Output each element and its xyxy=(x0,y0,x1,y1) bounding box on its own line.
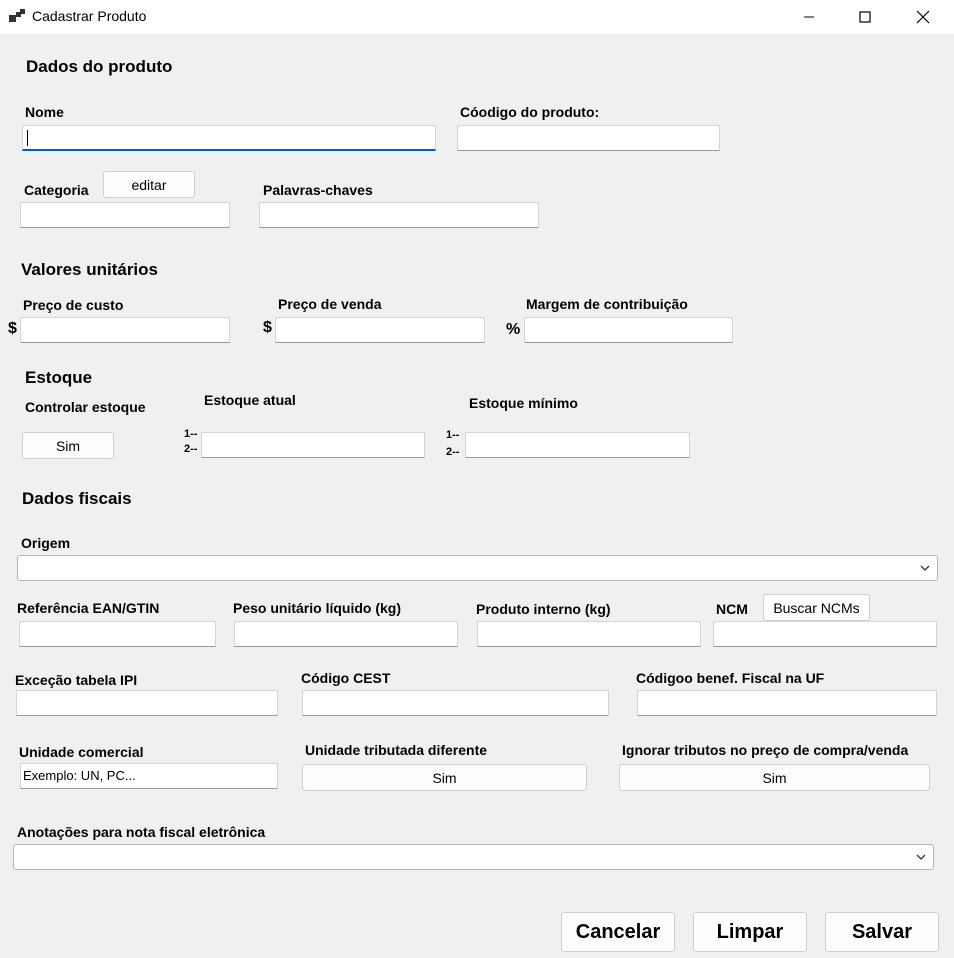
line-prefix: 1-- xyxy=(446,429,460,441)
excecao-ipi-input[interactable] xyxy=(16,690,278,716)
codigo-input[interactable] xyxy=(457,125,720,151)
nome-input[interactable] xyxy=(22,125,436,151)
controlar-estoque-label: Controlar estoque xyxy=(25,399,146,415)
origem-label: Origem xyxy=(21,535,71,551)
categoria-input[interactable] xyxy=(20,202,230,228)
origem-select[interactable] xyxy=(17,555,938,581)
chevron-down-icon xyxy=(916,854,926,860)
close-icon xyxy=(916,10,930,24)
preco-venda-label: Preço de venda xyxy=(278,296,382,312)
currency-prefix: $ xyxy=(263,319,272,336)
ignorar-tributos-toggle[interactable]: Sim xyxy=(619,764,930,791)
produto-interno-label: Produto interno (kg) xyxy=(476,601,611,617)
chevron-down-icon xyxy=(920,565,930,571)
ean-input[interactable] xyxy=(19,621,216,647)
unidade-comercial-label: Unidade comercial xyxy=(19,744,144,760)
benef-fiscal-label: Códigoo benef. Fiscal na UF xyxy=(636,670,825,686)
categoria-label: Categoria xyxy=(24,182,89,198)
margem-label: Margem de contribuição xyxy=(526,296,688,312)
minimize-button[interactable] xyxy=(786,0,832,34)
buscar-ncms-button[interactable]: Buscar NCMs xyxy=(763,594,870,621)
section-dados-fiscais: Dados fiscais xyxy=(22,489,132,508)
nome-label: Nome xyxy=(25,104,64,120)
line-prefix: 1-- xyxy=(184,428,198,440)
peso-input[interactable] xyxy=(234,621,458,647)
currency-prefix: $ xyxy=(8,320,17,337)
controlar-estoque-toggle[interactable]: Sim xyxy=(22,432,114,459)
benef-fiscal-input[interactable] xyxy=(637,690,937,716)
editar-categoria-button[interactable]: editar xyxy=(103,171,195,198)
estoque-minimo-label: Estoque mínimo xyxy=(469,395,578,411)
margem-input[interactable] xyxy=(524,317,733,343)
preco-custo-input[interactable] xyxy=(20,317,230,343)
section-dados-produto: Dados do produto xyxy=(26,57,173,76)
clear-button[interactable]: Limpar xyxy=(693,912,807,952)
estoque-atual-label: Estoque atual xyxy=(204,392,296,408)
app-icon xyxy=(9,9,25,22)
peso-label: Peso unitário líquido (kg) xyxy=(233,600,401,616)
ean-label: Referência EAN/GTIN xyxy=(17,600,160,616)
ignorar-tributos-label: Ignorar tributos no preço de compra/vend… xyxy=(622,742,909,758)
palavras-input[interactable] xyxy=(259,202,539,228)
anotacoes-select[interactable] xyxy=(13,844,934,870)
unidade-tributada-label: Unidade tributada diferente xyxy=(305,742,488,758)
anotacoes-label: Anotações para nota fiscal eletrônica xyxy=(17,824,266,840)
produto-interno-input[interactable] xyxy=(477,621,701,647)
estoque-minimo-input[interactable] xyxy=(465,432,690,458)
cest-label: Código CEST xyxy=(301,670,391,686)
palavras-label: Palavras-chaves xyxy=(263,182,373,198)
cest-input[interactable] xyxy=(302,690,609,716)
maximize-button[interactable] xyxy=(842,0,888,34)
line-prefix: 2-- xyxy=(184,443,198,455)
ncm-label: NCM xyxy=(716,601,748,617)
unidade-tributada-toggle[interactable]: Sim xyxy=(302,764,587,791)
codigo-label: Cóodigo do produto: xyxy=(460,104,600,120)
section-estoque: Estoque xyxy=(25,368,93,387)
cancel-button[interactable]: Cancelar xyxy=(561,912,675,952)
maximize-icon xyxy=(859,11,871,23)
close-button[interactable] xyxy=(900,0,946,34)
minimize-icon xyxy=(804,16,814,18)
section-valores: Valores unitários xyxy=(21,260,158,279)
percent-prefix: % xyxy=(506,321,521,338)
excecao-ipi-label: Exceção tabela IPI xyxy=(15,672,138,688)
preco-venda-input[interactable] xyxy=(275,317,485,343)
preco-custo-label: Preço de custo xyxy=(23,297,124,313)
estoque-atual-input[interactable] xyxy=(201,432,425,458)
text-caret xyxy=(27,130,28,146)
unidade-comercial-input[interactable]: Exemplo: UN, PC... xyxy=(20,763,278,789)
title-bar: Cadastrar Produto xyxy=(0,0,954,34)
save-button[interactable]: Salvar xyxy=(825,912,939,952)
ncm-input[interactable] xyxy=(713,621,937,647)
window-title: Cadastrar Produto xyxy=(32,8,147,24)
line-prefix: 2-- xyxy=(446,446,460,458)
